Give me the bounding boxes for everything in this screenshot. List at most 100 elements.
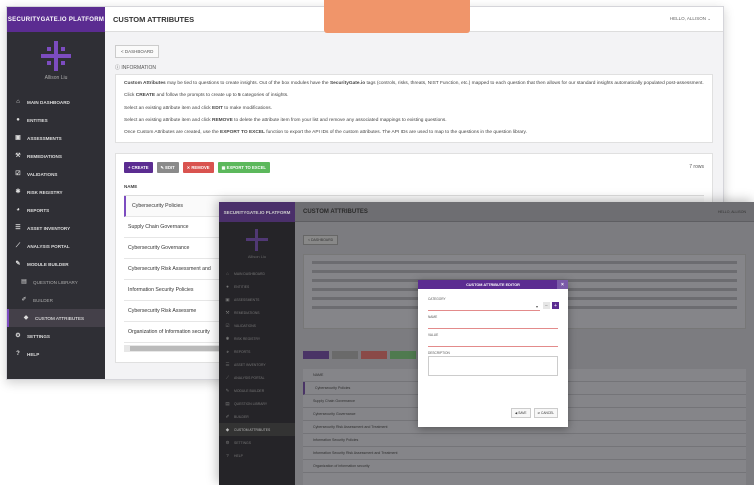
home-icon: ⌂ [226, 271, 229, 276]
sidebar-item-risk-registry[interactable]: ✱ RISK REGISTRY [7, 183, 105, 201]
remove-button[interactable]: ✕ REMOVE [182, 161, 214, 173]
sidebar-item-label: ASSESSMENTS [27, 135, 62, 141]
remove-button-dimmed [361, 351, 387, 359]
user-menu[interactable]: HELLO, ALLISON ⌄ [670, 16, 711, 22]
user-greeting: HELLO, ALLISON [669, 16, 706, 21]
information-panel: Custom Attributes may be tied to questio… [115, 74, 713, 144]
sidebar-item-entities: ● ENTITIES [219, 280, 295, 293]
category-select[interactable]: ▾ [428, 302, 540, 311]
cancel-button[interactable]: ⊘ CANCEL [533, 408, 558, 418]
sidebar-item-label: CUSTOM ATTRIBUTES [234, 427, 271, 432]
sidebar-item-analysis-portal[interactable]: ⟋ ANALYSIS PORTAL [7, 237, 105, 255]
users-icon: ● [16, 117, 20, 123]
sidebar-item-custom-attributes[interactable]: ◆ CUSTOM ATTRIBUTES [7, 309, 105, 327]
page-title: CUSTOM ATTRIBUTES [113, 14, 195, 24]
sidebar-item-label: RISK REGISTRY [27, 189, 63, 195]
close-icon[interactable]: × [557, 280, 568, 289]
name-label: NAME [428, 315, 438, 319]
gears-icon: ⚙ [15, 333, 21, 339]
dashboard-button[interactable]: < DASHBOARD [115, 45, 160, 58]
brand-title[interactable]: SECURITYGATE.IO PLATFORM [7, 7, 105, 32]
sidebar-item-label: ANALYSIS PORTAL [27, 243, 70, 249]
save-button[interactable]: ◀ SAVE [510, 408, 531, 418]
sidebar-item-label: REPORTS [234, 349, 251, 354]
sidebar-item-asset-inventory: ☰ ASSET INVENTORY [219, 358, 295, 371]
export-button-dimmed [390, 351, 416, 359]
top-bar-dimmed: CUSTOM ATTRIBUTES HELLO, ALLISON [295, 202, 754, 222]
create-button-dimmed [303, 351, 329, 359]
sidebar-item-label: CUSTOM ATTRIBUTES [35, 315, 85, 321]
sidebar-item-asset-inventory[interactable]: ☰ ASSET INVENTORY [7, 219, 105, 237]
plus-icon[interactable]: + [552, 302, 559, 309]
sidebar-item-main-dashboard: ⌂ MAIN DASHBOARD [219, 267, 295, 280]
sidebar-item-label: SETTINGS [234, 440, 251, 445]
sidebar-item-label: ENTITIES [234, 284, 250, 289]
bug-icon: ✱ [225, 335, 230, 341]
check-icon: ☑ [15, 171, 21, 177]
users-icon: ● [226, 284, 229, 289]
minus-icon[interactable]: − [543, 302, 550, 309]
table-header-name[interactable]: NAME [124, 184, 704, 197]
table-row: Organization of information security [303, 460, 746, 473]
sidebar: SECURITYGATE.IO PLATFORM Allison Liu ⌂ MA… [7, 7, 105, 379]
sidebar-item-reports[interactable]: ◕ REPORTS [7, 201, 105, 219]
tag-icon: ◆ [23, 315, 29, 321]
edit-button[interactable]: ✎ EDIT [156, 161, 179, 173]
sidebar-item-settings[interactable]: ⚙ SETTINGS [7, 327, 105, 345]
sidebar-item-question-library[interactable]: ▤ QUESTION LIBRARY [7, 273, 105, 291]
sidebar-item-label: ENTITIES [27, 117, 48, 123]
sidebar-item-label: BUILDER [33, 297, 53, 303]
sidebar-item-analysis-portal: ⟋ ANALYSIS PORTAL [219, 371, 295, 384]
sidebar-item-entities[interactable]: ● ENTITIES [7, 111, 105, 129]
sidebar-item-label: ASSET INVENTORY [27, 225, 71, 231]
sidebar-item-label: HELP [27, 351, 40, 357]
sidebar-item-label: REMEDIATIONS [27, 153, 62, 159]
create-button[interactable]: + CREATE [124, 161, 153, 173]
logo-icon [246, 229, 268, 251]
custom-attribute-editor-dialog: CUSTOM ATTRIBUTE EDITOR × CATEGORY ▾ − +… [418, 280, 568, 427]
sidebar-item-label: QUESTION LIBRARY [234, 401, 268, 406]
pie-icon: ◕ [226, 349, 229, 354]
sidebar-item-label: REPORTS [27, 207, 50, 213]
sidebar-item-main-dashboard[interactable]: ⌂ MAIN DASHBOARD [7, 93, 105, 111]
information-heading: ⓘ INFORMATION [115, 64, 713, 71]
help-icon: ? [16, 351, 20, 357]
sidebar-item-label: BUILDER [234, 414, 249, 419]
sidebar-item-risk-registry: ✱ RISK REGISTRY [219, 332, 295, 345]
sidebar-item-label: ASSESSMENTS [234, 297, 260, 302]
sidebar-item-label: VALIDATIONS [27, 171, 58, 177]
sidebar-item-help: ? HELP [219, 449, 295, 462]
sidebar-dimmed: SECURITYGATE.IO PLATFORM Allison Liu ⌂ MA… [219, 202, 295, 485]
export-to-excel-button[interactable]: ▦ EXPORT TO EXCEL [217, 161, 270, 173]
info-paragraph-3: Select an existing attribute item and cl… [124, 105, 272, 111]
sidebar-item-assessments[interactable]: ▣ ASSESSMENTS [7, 129, 105, 147]
sidebar-item-remediations[interactable]: ⚒ REMEDIATIONS [7, 147, 105, 165]
sidebar-item-label: QUESTION LIBRARY [33, 279, 78, 285]
category-label: CATEGORY [428, 297, 446, 301]
sidebar-item-label: REMEDIATIONS [234, 310, 260, 315]
pencil-icon: ✐ [225, 413, 230, 419]
sidebar-item-module-builder: ✎ MODULE BUILDER [219, 384, 295, 397]
info-paragraph-5: Once Custom Attributes are created, use … [124, 130, 527, 136]
value-field[interactable] [428, 338, 558, 347]
orange-tab [324, 0, 470, 33]
sidebar-item-help[interactable]: ? HELP [7, 345, 105, 363]
sidebar-item-validations[interactable]: ☑ VALIDATIONS [7, 165, 105, 183]
user-name-dimmed: Allison Liu [247, 254, 267, 259]
description-label: DESCRIPTION [428, 351, 450, 355]
description-field[interactable] [428, 356, 558, 376]
sidebar-item-label: ANALYSIS PORTAL [234, 375, 265, 380]
dialog-actions: ◀ SAVE ⊘ CANCEL [510, 408, 558, 418]
sidebar-item-module-builder[interactable]: ✎ MODULE BUILDER [7, 255, 105, 273]
pencil-icon: ✐ [21, 297, 27, 303]
wrench-icon: ⚒ [225, 309, 230, 315]
sidebar-item-label: MAIN DASHBOARD [234, 271, 265, 276]
name-field[interactable] [428, 320, 558, 329]
sidebar-item-custom-attributes: ◆ CUSTOM ATTRIBUTES [219, 423, 295, 436]
tool-icon: ✎ [15, 261, 21, 267]
info-paragraph-2: Click CREATE and follow the prompts to c… [124, 93, 289, 99]
sidebar-item-builder[interactable]: ✐ BUILDER [7, 291, 105, 309]
sidebar-item-remediations: ⚒ REMEDIATIONS [219, 306, 295, 319]
pie-icon: ◕ [16, 207, 20, 213]
sidebar-item-assessments: ▣ ASSESSMENTS [219, 293, 295, 306]
